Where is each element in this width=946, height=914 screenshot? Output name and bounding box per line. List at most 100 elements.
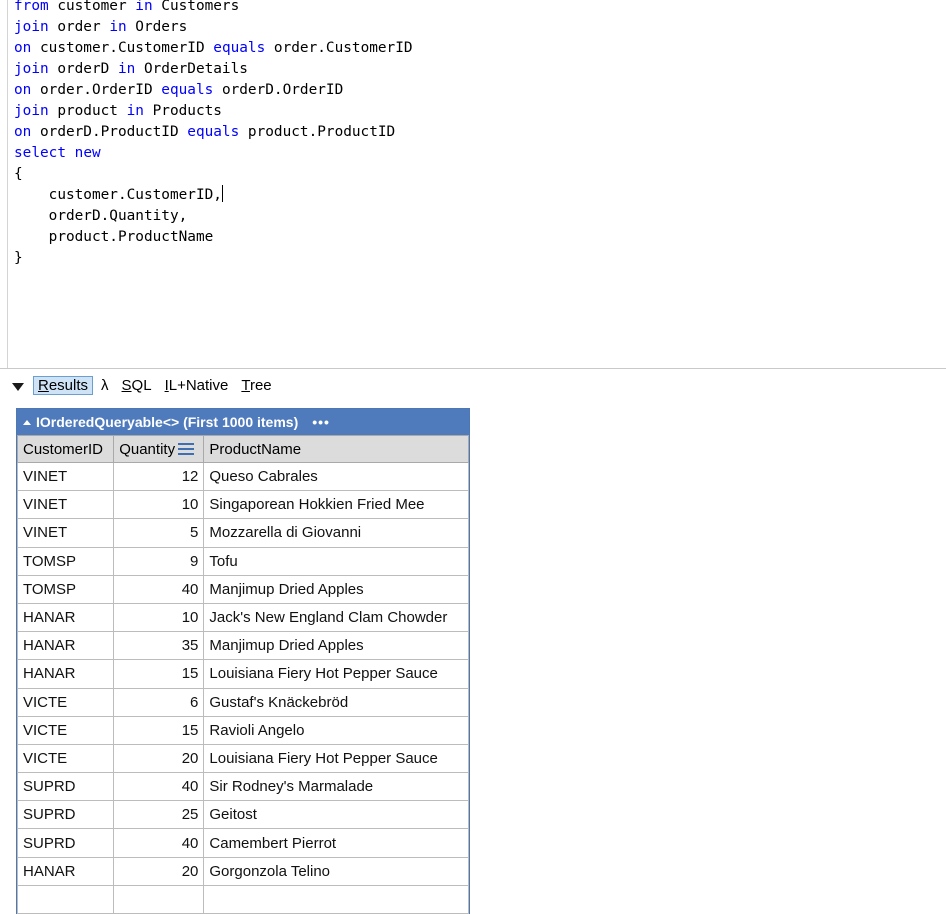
code-keyword: in (126, 103, 144, 119)
code-keyword: in (109, 19, 127, 35)
table-row[interactable]: TOMSP 9 Tofu (16, 546, 469, 576)
table-row[interactable]: VINET 5 Mozzarella di Giovanni (16, 518, 469, 548)
code-token: orderD.OrderID (213, 82, 344, 98)
tab-il-native[interactable]: IL+Native (160, 376, 234, 395)
code-keyword: in (135, 0, 153, 14)
cell-productname: Singaporean Hokkien Fried Mee (203, 490, 469, 520)
cell-productname: Geitost (203, 800, 469, 830)
table-row[interactable]: SUPRD 25 Geitost (16, 800, 469, 830)
code-keyword: equals (161, 82, 214, 98)
code-keyword: equals (187, 124, 240, 140)
code-keyword: on (14, 40, 32, 56)
code-line: on orderD.ProductID equals product.Produ… (14, 122, 413, 143)
table-row[interactable]: HANAR 20 Gorgonzola Telino (16, 856, 469, 886)
code-token: orderD.ProductID (31, 124, 188, 140)
table-row[interactable]: VINET 12 Queso Cabrales (16, 461, 469, 492)
results-toolbar: Results λ SQL IL+Native Tree (0, 369, 946, 402)
code-keyword: new (74, 145, 101, 161)
grid-title-bar[interactable]: IOrderedQueryable<> (First 1000 items) •… (17, 409, 469, 435)
cell-customerid: TOMSP (16, 546, 115, 576)
collapse-arrow-icon[interactable] (12, 382, 24, 391)
collapse-up-icon[interactable] (23, 419, 31, 425)
table-row[interactable]: HANAR 35 Manjimup Dried Apples (16, 631, 469, 661)
code-line: join order in Orders (14, 17, 413, 38)
code-token: order (48, 19, 110, 35)
tab-results[interactable]: Results (33, 376, 94, 395)
tab-lambda[interactable]: λ (96, 376, 114, 395)
cell-customerid: SUPRD (16, 772, 115, 802)
cell-customerid: HANAR (16, 602, 115, 633)
code-text[interactable]: from customer in Customers join order in … (14, 0, 413, 269)
cell-customerid: VICTE (16, 743, 115, 774)
cell-quantity: 40 (113, 828, 205, 858)
results-grid: IOrderedQueryable<> (First 1000 items) •… (16, 408, 470, 914)
cell-customerid: HANAR (16, 856, 115, 886)
code-token: orderD (48, 61, 118, 77)
cell-quantity: 15 (113, 715, 205, 745)
tab-tree[interactable]: Tree (236, 376, 276, 395)
code-line: from customer in Customers (14, 0, 413, 17)
column-chart-icon[interactable] (178, 442, 195, 455)
cell-customerid: VINET (16, 518, 115, 548)
table-row[interactable]: HANAR 15 Louisiana Fiery Hot Pepper Sauce (16, 659, 469, 689)
code-keyword: from (14, 0, 49, 14)
code-line: on customer.CustomerID equals order.Cust… (14, 38, 413, 59)
cell-customerid: SUPRD (16, 828, 115, 858)
code-token: orderD.Quantity, (14, 208, 188, 224)
cell-quantity: 6 (113, 687, 205, 717)
table-row[interactable]: TOMSP 40 Manjimup Dried Apples (16, 574, 469, 604)
code-token: customer.CustomerID (31, 40, 214, 56)
code-keyword: in (117, 61, 136, 77)
table-row[interactable]: VICTE 15 Ravioli Angelo (16, 715, 469, 745)
code-line: join product in Products (14, 101, 413, 122)
code-line: customer.CustomerID, (14, 185, 413, 206)
code-token: OrderDetails (135, 61, 248, 77)
table-row[interactable]: SUPRD 40 Sir Rodney's Marmalade (16, 772, 469, 802)
cell-quantity: 9 (113, 546, 205, 576)
cell-productname: Tofu (203, 546, 469, 576)
code-token: customer (48, 0, 136, 14)
more-options-icon[interactable]: ••• (312, 414, 330, 430)
cell-productname: Jack's New England Clam Chowder (203, 602, 469, 633)
code-token: order.OrderID (31, 82, 162, 98)
column-header-quantity[interactable]: Quantity (113, 435, 205, 463)
cell-productname: Gorgonzola Telino (203, 856, 469, 886)
cell-quantity: 35 (113, 631, 205, 661)
column-header-productname[interactable]: ProductName (203, 435, 469, 463)
code-keyword: join (14, 61, 49, 77)
cell-customerid: TOMSP (16, 574, 115, 604)
code-token: Products (143, 103, 222, 119)
cell-customerid: SUPRD (16, 800, 115, 830)
code-line: join orderD in OrderDetails (14, 59, 413, 80)
code-token: customer.CustomerID, (14, 187, 222, 203)
cell-productname: Louisiana Fiery Hot Pepper Sauce (203, 743, 469, 774)
code-keyword: on (14, 124, 32, 140)
cell-quantity: 10 (113, 490, 205, 520)
cell-productname: Sir Rodney's Marmalade (203, 772, 469, 802)
code-line: product.ProductName (14, 227, 413, 248)
code-keyword: join (14, 19, 49, 35)
table-row[interactable]: SUPRD 40 Camembert Pierrot (16, 828, 469, 858)
cell-customerid: VICTE (16, 687, 115, 717)
grid-title: IOrderedQueryable<> (First 1000 items) (36, 414, 299, 430)
table-row[interactable]: VICTE 6 Gustaf's Knäckebröd (16, 687, 469, 717)
table-row[interactable]: VICTE 20 Louisiana Fiery Hot Pepper Sauce (16, 743, 469, 774)
cell-productname: Queso Cabrales (203, 461, 469, 492)
column-header-quantity-label: Quantity (119, 440, 176, 458)
tab-sql[interactable]: SQL (117, 376, 157, 395)
cell-quantity: 10 (113, 602, 205, 633)
query-editor[interactable]: from customer in Customers join order in … (0, 0, 946, 369)
cell-productname: Manjimup Dried Apples (203, 631, 469, 661)
cell-customerid: VICTE (16, 715, 115, 745)
column-header-customerid[interactable]: CustomerID (16, 435, 115, 463)
table-row[interactable]: VINET 10 Singaporean Hokkien Fried Mee (16, 490, 469, 520)
text-caret (221, 185, 223, 202)
cell-customerid: HANAR (16, 659, 115, 689)
output-tabs: Results λ SQL IL+Native Tree (33, 376, 280, 395)
cell-customerid: VINET (16, 461, 115, 492)
code-token: Customers (152, 0, 240, 14)
code-token: product.ProductName (14, 229, 214, 245)
cell-customerid: HANAR (16, 631, 115, 661)
table-row[interactable]: HANAR 10 Jack's New England Clam Chowder (16, 602, 469, 633)
